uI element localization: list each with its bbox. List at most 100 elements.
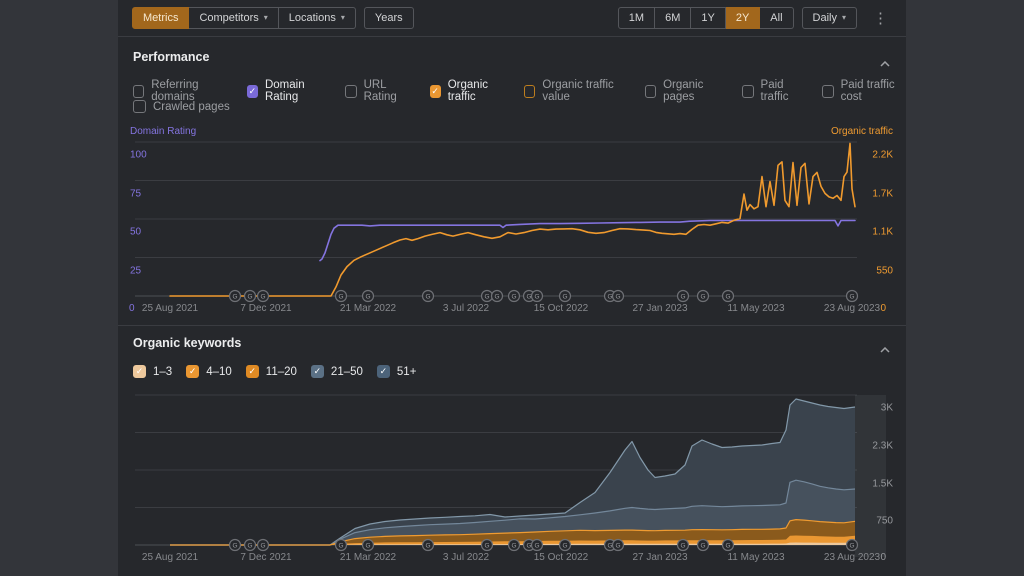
x-axis-date-label: 3 Jul 2022 — [421, 303, 511, 314]
google-update-marker[interactable]: G — [423, 540, 434, 551]
y-axis-tick-label: 1.1K — [872, 227, 893, 238]
granularity-button-daily[interactable]: Daily▾ — [802, 7, 857, 29]
google-update-marker[interactable]: G — [258, 291, 269, 302]
keywords-checkbox-21-50[interactable]: ✓21–50 — [311, 365, 363, 378]
google-update-marker[interactable]: G — [245, 291, 256, 302]
google-update-marker[interactable]: G — [230, 540, 241, 551]
checkbox-label: Domain Rating — [265, 79, 328, 103]
keywords-checkbox-1-3[interactable]: ✓1–3 — [133, 365, 172, 378]
x-axis-date-label: 11 May 2023 — [711, 303, 801, 314]
left-axis-title: Domain Rating — [130, 126, 196, 137]
google-update-marker[interactable]: G — [363, 540, 374, 551]
right-axis-zero-label: 0 — [870, 303, 886, 314]
google-update-marker[interactable]: G — [678, 291, 689, 302]
x-axis-date-label: 25 Aug 2021 — [125, 303, 215, 314]
checkbox-box: ✓ — [186, 365, 199, 378]
performance-checkbox-organic-pages[interactable]: Organic pages — [645, 79, 726, 103]
checkbox-box: ✓ — [311, 365, 324, 378]
performance-chart: GGGGGGGGGGGGGGGGGG — [118, 138, 906, 306]
google-update-marker[interactable]: G — [532, 291, 543, 302]
google-update-letter: G — [534, 542, 539, 549]
keywords-checkbox-4-10[interactable]: ✓ 4–10 — [186, 365, 232, 378]
range-button-6m[interactable]: 6M — [655, 7, 691, 29]
google-update-letter: G — [562, 542, 567, 549]
x-axis-date-label: 3 Jul 2022 — [421, 552, 511, 563]
range-button-1y[interactable]: 1Y — [691, 7, 725, 29]
checkbox-label: URL Rating — [364, 79, 413, 103]
google-update-marker[interactable]: G — [336, 291, 347, 302]
y-axis-tick-label: 1.7K — [872, 188, 893, 199]
kebab-menu-icon[interactable]: ⋮ — [869, 9, 892, 28]
google-update-marker[interactable]: G — [613, 291, 624, 302]
checkbox-box — [822, 85, 833, 98]
google-update-marker[interactable]: G — [492, 291, 503, 302]
checkbox-box: ✓ — [430, 85, 441, 98]
toolbar-button-locations[interactable]: Locations▾ — [279, 7, 356, 29]
google-update-marker[interactable]: G — [336, 540, 347, 551]
google-update-marker[interactable]: G — [423, 291, 434, 302]
range-button-1y-label: 1Y — [701, 12, 714, 24]
google-update-letter: G — [260, 293, 265, 300]
google-update-letter: G — [365, 293, 370, 300]
right-axis-title: Organic traffic — [831, 126, 893, 137]
google-update-letter: G — [425, 542, 430, 549]
google-update-marker[interactable]: G — [560, 540, 571, 551]
range-button-2y-label: 2Y — [736, 12, 749, 24]
google-update-marker[interactable]: G — [509, 291, 520, 302]
google-update-marker[interactable]: G — [482, 540, 493, 551]
google-update-letter: G — [725, 293, 730, 300]
google-update-marker[interactable]: G — [363, 291, 374, 302]
checkbox-label: Organic traffic — [448, 79, 507, 103]
google-update-marker[interactable]: G — [723, 291, 734, 302]
performance-checkbox-crawled-pages[interactable]: Crawled pages — [133, 100, 230, 113]
performance-checkbox-organic-traffic[interactable]: ✓ Organic traffic — [430, 79, 508, 103]
performance-checkbox-paid-traffic[interactable]: Paid traffic — [742, 79, 805, 103]
checkbox-label: 4–10 — [206, 366, 232, 378]
google-update-marker[interactable]: G — [258, 540, 269, 551]
google-update-marker[interactable]: G — [698, 291, 709, 302]
google-update-marker[interactable]: G — [847, 540, 858, 551]
keywords-checkbox-11-20[interactable]: ✓11–20 — [246, 365, 297, 378]
performance-checkbox-organic-traffic-value[interactable]: Organic traffic value — [524, 79, 628, 103]
range-button-1m[interactable]: 1M — [618, 7, 655, 29]
performance-checkbox-domain-rating[interactable]: ✓ Domain Rating — [247, 79, 329, 103]
y-axis-tick-label: 50 — [130, 227, 141, 238]
performance-checkbox-url-rating[interactable]: URL Rating — [345, 79, 412, 103]
collapse-performance-chevron-icon[interactable] — [880, 54, 890, 72]
checkbox-label: 51+ — [397, 366, 417, 378]
google-update-marker[interactable]: G — [482, 291, 493, 302]
toolbar-button-competitors[interactable]: Competitors▾ — [189, 7, 278, 29]
google-update-letter: G — [562, 293, 567, 300]
organic-keywords-section-title: Organic keywords — [133, 336, 241, 350]
range-button-all[interactable]: All — [760, 7, 793, 29]
x-axis-date-label: 15 Oct 2022 — [516, 552, 606, 563]
google-update-letter: G — [232, 293, 237, 300]
toolbar-button-years[interactable]: Years — [364, 7, 414, 29]
toolbar-button-metrics[interactable]: Metrics — [132, 7, 189, 29]
google-update-marker[interactable]: G — [847, 291, 858, 302]
range-button-2y[interactable]: 2Y — [726, 7, 760, 29]
x-axis-date-label: 11 May 2023 — [711, 552, 801, 563]
google-update-marker[interactable]: G — [245, 540, 256, 551]
hover-highlight-band — [855, 395, 886, 557]
keywords-checkbox-51+[interactable]: ✓51+ — [377, 365, 417, 378]
google-update-marker[interactable]: G — [613, 540, 624, 551]
y-axis-tick-label: 75 — [130, 188, 141, 199]
google-update-marker[interactable]: G — [532, 540, 543, 551]
x-axis-date-label: 25 Aug 2021 — [125, 552, 215, 563]
section-divider — [118, 325, 906, 326]
google-update-letter: G — [849, 542, 854, 549]
google-update-marker[interactable]: G — [230, 291, 241, 302]
google-update-marker[interactable]: G — [723, 540, 734, 551]
performance-checkbox-paid-traffic-cost[interactable]: Paid traffic cost — [822, 79, 906, 103]
google-update-marker[interactable]: G — [698, 540, 709, 551]
google-update-letter: G — [700, 293, 705, 300]
google-update-marker[interactable]: G — [678, 540, 689, 551]
collapse-organic-keywords-chevron-icon[interactable] — [880, 340, 890, 358]
google-update-marker[interactable]: G — [509, 540, 520, 551]
google-update-letter: G — [700, 542, 705, 549]
checkbox-box: ✓ — [247, 85, 258, 98]
x-axis-date-label: 7 Dec 2021 — [221, 303, 311, 314]
google-update-marker[interactable]: G — [560, 291, 571, 302]
checkbox-label: 11–20 — [266, 366, 297, 378]
